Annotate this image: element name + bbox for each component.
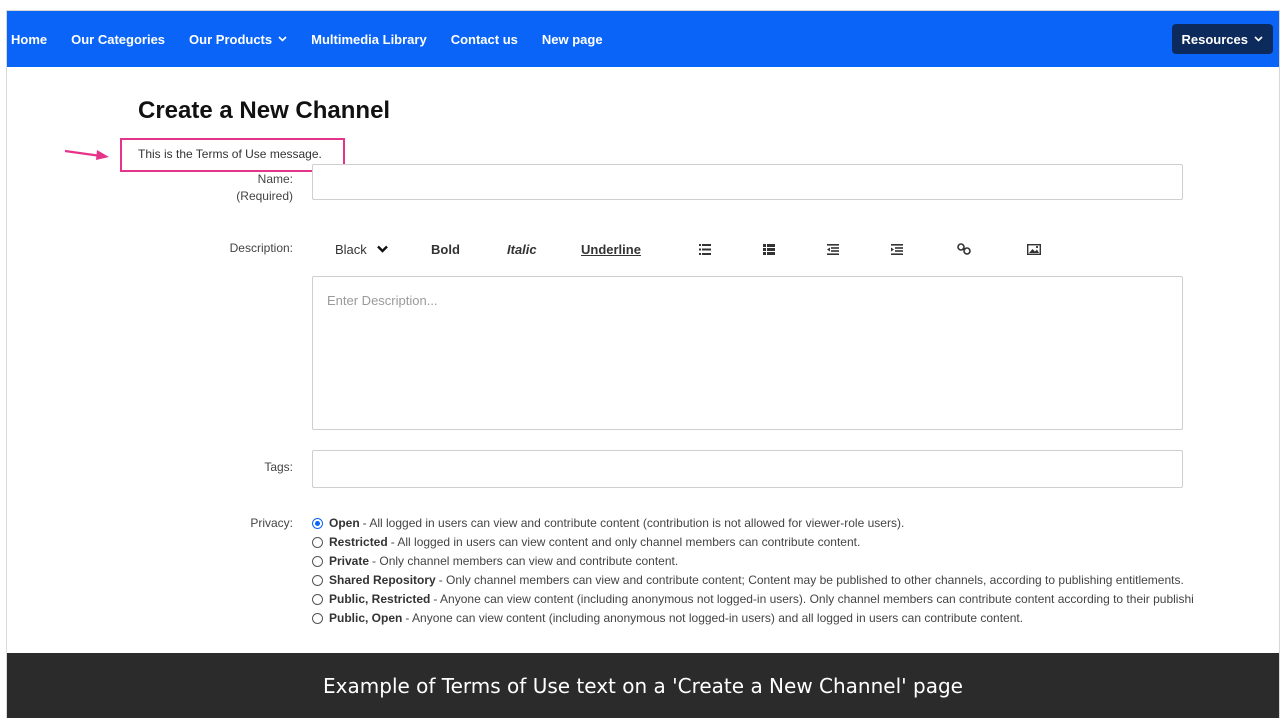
privacy-radio[interactable] [312, 612, 323, 624]
privacy-option-description: - Anyone can view content (including ano… [433, 592, 1194, 606]
browser-frame: Home Our Categories Our Products Multime… [6, 10, 1280, 718]
description-label: Description: [229, 241, 293, 255]
editor-toolbar: Black Bold Italic Underline [311, 236, 1191, 262]
indent-icon[interactable] [891, 236, 903, 262]
privacy-option-description: - All logged in users can view and contr… [362, 516, 905, 530]
caption-text: Example of Terms of Use text on a 'Creat… [323, 673, 963, 698]
privacy-option[interactable]: Open - All logged in users can view and … [312, 514, 904, 532]
ordered-list-icon[interactable] [763, 236, 775, 262]
privacy-radio[interactable] [312, 593, 323, 605]
chevron-down-icon [278, 34, 287, 45]
resources-label: Resources [1181, 31, 1248, 47]
description-textarea[interactable]: Enter Description... [312, 276, 1183, 430]
privacy-option-name: Restricted [329, 535, 388, 549]
image-icon[interactable] [1027, 236, 1041, 262]
privacy-option-name: Private [329, 554, 370, 568]
privacy-radio[interactable] [312, 517, 323, 529]
nav-home[interactable]: Home [11, 32, 47, 47]
privacy-option-description: - Only channel members can view and cont… [438, 573, 1184, 587]
chevron-down-icon [1254, 34, 1263, 45]
resources-button[interactable]: Resources [1171, 24, 1273, 54]
privacy-radio[interactable] [312, 555, 323, 567]
underline-button[interactable]: Underline [581, 236, 641, 262]
caption-bar: Example of Terms of Use text on a 'Creat… [7, 653, 1279, 718]
privacy-label: Privacy: [250, 516, 293, 530]
privacy-option[interactable]: Public, Restricted - Anyone can view con… [312, 590, 1194, 608]
unordered-list-icon[interactable] [699, 236, 711, 262]
tags-input[interactable] [312, 450, 1183, 488]
privacy-option[interactable]: Private - Only channel members can view … [312, 552, 678, 570]
bold-button[interactable]: Bold [431, 236, 460, 262]
privacy-option-description: - Only channel members can view and cont… [372, 554, 679, 568]
chevron-down-icon [376, 245, 388, 253]
privacy-option-name: Shared Repository [329, 573, 436, 587]
privacy-option-name: Public, Open [329, 611, 403, 625]
tags-label: Tags: [264, 460, 293, 474]
terms-of-use-message: This is the Terms of Use message. [138, 147, 322, 161]
privacy-option[interactable]: Shared Repository - Only channel members… [312, 571, 1184, 589]
link-icon[interactable] [957, 236, 971, 262]
privacy-option-name: Open [329, 516, 360, 530]
privacy-radio[interactable] [312, 574, 323, 586]
outdent-icon[interactable] [827, 236, 839, 262]
italic-button[interactable]: Italic [507, 236, 537, 262]
privacy-radio[interactable] [312, 536, 323, 548]
color-dropdown[interactable]: Black [335, 236, 388, 262]
name-input[interactable] [312, 164, 1183, 200]
description-placeholder: Enter Description... [327, 293, 438, 308]
arrow-right-icon [63, 147, 111, 166]
name-label: Name: (Required) [236, 172, 293, 203]
nav-our-categories[interactable]: Our Categories [71, 32, 165, 47]
nav-contact-us[interactable]: Contact us [451, 32, 518, 47]
nav-multimedia-library[interactable]: Multimedia Library [311, 32, 427, 47]
nav-new-page[interactable]: New page [542, 32, 603, 47]
privacy-option[interactable]: Public, Open - Anyone can view content (… [312, 609, 1023, 627]
privacy-option[interactable]: Restricted - All logged in users can vie… [312, 533, 860, 551]
nav-our-products[interactable]: Our Products [189, 32, 287, 47]
top-navigation: Home Our Categories Our Products Multime… [7, 11, 1279, 67]
page-title: Create a New Channel [138, 97, 391, 124]
privacy-option-name: Public, Restricted [329, 592, 431, 606]
privacy-option-description: - Anyone can view content (including ano… [405, 611, 1024, 625]
privacy-option-description: - All logged in users can view content a… [390, 535, 861, 549]
